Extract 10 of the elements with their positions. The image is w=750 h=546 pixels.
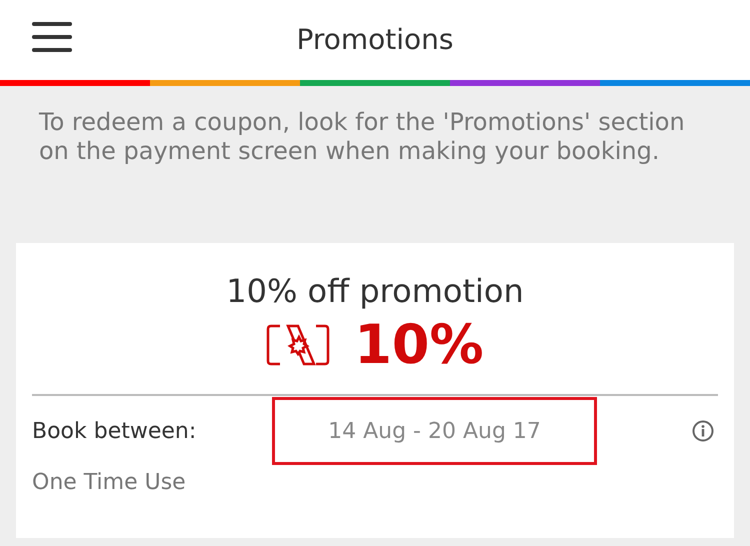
instruction-text: To redeem a coupon, look for the 'Promotions' section on the payment screen when making your booking. — [38, 107, 686, 167]
booking-dates: 14 Aug - 20 Aug 17 — [272, 397, 597, 465]
coupon-icon — [266, 323, 330, 367]
menu-icon[interactable] — [32, 21, 72, 53]
book-between-label: Book between: — [32, 418, 198, 446]
promotion-title: 10% off promotion — [225, 271, 525, 312]
info-icon[interactable] — [692, 420, 714, 442]
usage-text: One Time Use — [32, 469, 187, 497]
discount-value: 10% — [354, 315, 484, 375]
page-title: Promotions — [296, 22, 454, 58]
